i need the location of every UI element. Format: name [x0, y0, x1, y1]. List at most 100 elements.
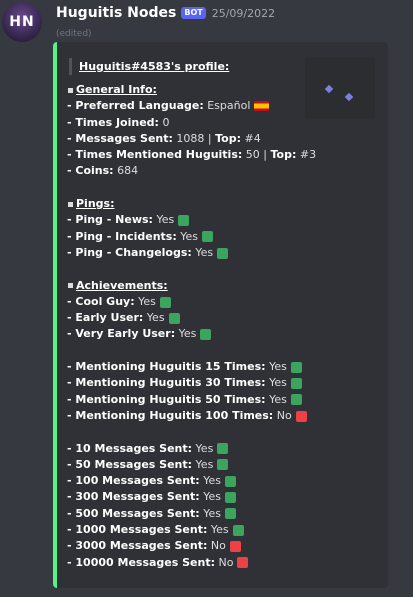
status-label: - Ping - News: [67, 213, 153, 227]
status-value: Yes [180, 229, 199, 243]
green-square-icon [290, 377, 302, 389]
green-square-icon [217, 459, 229, 471]
status-row: - Mentioning Huguitis 30 Times: Yes [67, 375, 382, 391]
status-value: Yes [210, 523, 229, 537]
green-square-icon [217, 247, 229, 259]
status-row: - 10000 Messages Sent: No [67, 555, 382, 571]
square-bullet-icon [68, 201, 73, 207]
green-square-icon [200, 329, 212, 341]
top-value: #4 [244, 131, 261, 145]
stat-coins: - Coins: 684 [67, 163, 382, 179]
status-value: Yes [146, 311, 165, 325]
square-bullet-icon [68, 283, 73, 289]
stat-label: - Messages Sent: [67, 131, 173, 145]
green-square-icon [217, 443, 229, 455]
status-value: Yes [203, 474, 221, 488]
section-general: General Info: [67, 82, 382, 98]
status-label: - Mentioning Huguitis 15 Times: [67, 360, 266, 374]
stat-messages-sent: - Messages Sent: 1088 | Top: #4 [67, 131, 382, 147]
status-label: - 1000 Messages Sent: [67, 523, 208, 537]
status-value: No [218, 555, 234, 569]
status-value: Yes [195, 245, 214, 259]
status-value: Yes [138, 294, 156, 308]
status-value: No [210, 539, 226, 553]
green-square-icon [224, 508, 236, 520]
status-row: - Ping - Incidents: Yes [67, 229, 382, 245]
status-label: - Mentioning Huguitis 50 Times: [67, 392, 266, 406]
section-heading: General Info: [76, 83, 157, 96]
status-row: - Mentioning Huguitis 15 Times: Yes [67, 359, 382, 375]
status-label: - 10 Messages Sent: [67, 441, 193, 455]
status-label: - 10000 Messages Sent: [67, 555, 216, 569]
status-value: Yes [195, 457, 214, 471]
status-value: Yes [269, 376, 287, 390]
red-square-icon [237, 557, 249, 569]
status-row: - 1000 Messages Sent: Yes [67, 522, 382, 538]
green-square-icon [290, 394, 302, 406]
status-value: Yes [203, 506, 221, 520]
embed-title: Huguitis#4583's profile: [69, 58, 229, 75]
status-row: - Early User: Yes [67, 310, 382, 326]
status-row: - 500 Messages Sent: Yes [67, 506, 382, 522]
status-row: - 100 Messages Sent: Yes [67, 473, 382, 489]
red-square-icon [229, 540, 241, 552]
stat-label: - Preferred Language: [67, 99, 204, 113]
status-label: - 500 Messages Sent: [67, 506, 200, 520]
green-square-icon [178, 215, 190, 227]
status-label: - 3000 Messages Sent: [67, 539, 208, 553]
section-pings: Pings: [67, 196, 382, 212]
square-bullet-icon [68, 87, 73, 93]
stat-value: 1088 [176, 131, 205, 145]
status-value: Yes [269, 360, 287, 374]
top-label: Top: [270, 148, 297, 162]
status-row: - Mentioning Huguitis 100 Times: No [67, 408, 382, 424]
status-label: - Ping - Incidents: [67, 229, 177, 243]
status-row: - Cool Guy: Yes [67, 294, 382, 310]
edited-label: (edited) [56, 29, 92, 39]
status-label: - 100 Messages Sent: [67, 474, 200, 488]
section-heading: Achievements: [76, 278, 168, 292]
profile-embed: Huguitis#4583's profile: General Info: -… [53, 42, 388, 588]
status-label: - Cool Guy: [67, 294, 135, 308]
status-row: - Mentioning Huguitis 50 Times: Yes [67, 392, 382, 408]
status-label: - Very Early User: [67, 327, 176, 341]
green-square-icon [159, 296, 171, 308]
top-label: Top: [215, 131, 241, 145]
stat-language: - Preferred Language: Español [67, 98, 382, 114]
stat-value: 50 [245, 148, 260, 162]
status-value: No [276, 408, 292, 422]
green-square-icon [224, 475, 236, 487]
status-value: Yes [195, 441, 214, 455]
stat-value: Español [207, 99, 251, 113]
green-square-icon [224, 492, 236, 504]
stat-value: 684 [117, 164, 139, 178]
top-value: #3 [299, 148, 317, 162]
red-square-icon [295, 410, 307, 422]
status-value: Yes [156, 213, 175, 227]
status-label: - 300 Messages Sent: [67, 490, 200, 504]
status-label: - Ping - Changelogs: [67, 245, 192, 259]
status-row: - 300 Messages Sent: Yes [67, 489, 382, 505]
status-label: - Mentioning Huguitis 30 Times: [67, 376, 266, 390]
stat-label: - Times Mentioned Huguitis: [67, 148, 243, 162]
stat-times-joined: - Times Joined: 0 [67, 115, 382, 131]
green-square-icon [168, 312, 180, 324]
stat-value: 0 [162, 115, 170, 129]
status-value: Yes [178, 327, 197, 341]
status-label: - Early User: [67, 311, 144, 325]
status-row: - 10 Messages Sent: Yes [67, 441, 382, 457]
username[interactable]: Huguitis Nodes [56, 5, 176, 21]
embed-description: General Info: - Preferred Language: Espa… [67, 82, 382, 571]
status-row: - Ping - News: Yes [67, 212, 382, 228]
status-row: - Ping - Changelogs: Yes [67, 245, 382, 261]
green-square-icon [290, 361, 302, 373]
message-timestamp[interactable]: 25/09/2022 [212, 7, 275, 20]
status-label: - Mentioning Huguitis 100 Times: [67, 408, 274, 422]
stat-label: - Times Joined: [67, 115, 159, 129]
avatar[interactable]: HN [2, 2, 42, 42]
section-heading: Pings: [76, 197, 115, 211]
green-square-icon [202, 231, 214, 243]
stat-label: - Coins: [67, 164, 114, 178]
status-row: - 3000 Messages Sent: No [67, 538, 382, 554]
status-row: - Very Early User: Yes [67, 326, 382, 342]
